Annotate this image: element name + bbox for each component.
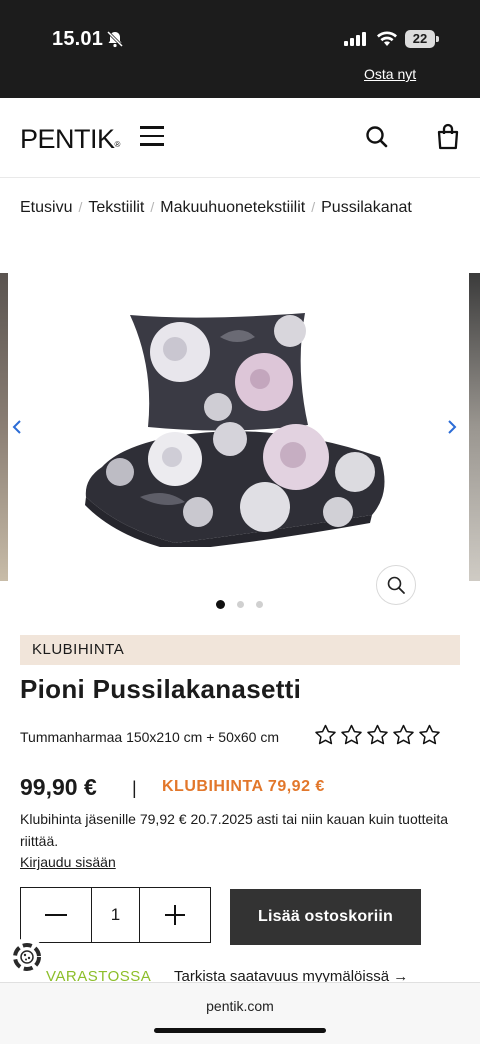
hamburger-menu-icon[interactable] [140, 126, 166, 148]
product-title: Pioni Pussilakanasetti [20, 674, 302, 704]
breadcrumb-separator: / [311, 199, 316, 215]
breadcrumb-separator: / [78, 199, 83, 215]
battery-tip [436, 36, 439, 42]
cookie-settings-icon[interactable] [8, 938, 46, 976]
promo-link[interactable]: Osta nyt [364, 66, 416, 82]
add-to-cart-button[interactable]: Lisää ostoskoriin [230, 889, 421, 945]
gallery-dot[interactable] [216, 600, 225, 609]
logo-registered-mark: ® [114, 140, 121, 149]
breadcrumb-bedroom-textiles[interactable]: Makuuhuonetekstiilit [160, 199, 305, 216]
breadcrumb-home[interactable]: Etusivu [20, 199, 72, 216]
increase-quantity-button[interactable] [140, 888, 210, 942]
plus-icon [164, 905, 185, 925]
club-price-badge: KLUBIHINTA [20, 635, 460, 665]
chevron-left-icon[interactable] [11, 419, 23, 440]
star-outline-icon [315, 724, 336, 745]
wifi-icon [376, 30, 398, 52]
status-bar: 15.01 22 Osta nyt [0, 0, 480, 98]
zoom-button[interactable] [376, 565, 416, 605]
star-outline-icon [341, 724, 362, 745]
bell-muted-icon [106, 30, 124, 53]
breadcrumb-duvet-covers[interactable]: Pussilakanat [321, 199, 412, 216]
signal-icon [344, 32, 368, 51]
browser-bottom-bar: pentik.com [0, 982, 480, 1044]
battery-icon: 22 [405, 30, 435, 48]
breadcrumb-separator: / [150, 199, 155, 215]
star-outline-icon [419, 724, 440, 745]
status-time: 15.01 [52, 28, 104, 50]
search-icon[interactable] [364, 124, 390, 155]
logo-text: PENTIK [20, 124, 115, 154]
shopping-bag-icon[interactable] [436, 123, 460, 156]
site-header: PENTIK® [0, 98, 480, 178]
chevron-right-icon[interactable] [446, 419, 458, 440]
gallery-dot[interactable] [237, 601, 244, 608]
previous-image-peek [0, 273, 8, 581]
url-bar[interactable]: pentik.com [0, 998, 480, 1014]
decrease-quantity-button[interactable] [21, 888, 91, 942]
login-link[interactable]: Kirjaudu sisään [20, 854, 116, 870]
gallery-dots [216, 600, 263, 609]
price-separator: | [132, 778, 137, 798]
product-variant: Tummanharmaa 150x210 cm + 50x60 cm [20, 729, 279, 745]
star-outline-icon [393, 724, 414, 745]
club-price-note: Klubihinta jäsenille 79,92 € 20.7.2025 a… [20, 811, 449, 849]
star-outline-icon [367, 724, 388, 745]
pentik-logo[interactable]: PENTIK® [20, 124, 120, 155]
breadcrumb-textiles[interactable]: Tekstiilit [88, 199, 144, 216]
quantity-input[interactable]: 1 [91, 888, 140, 942]
quantity-stepper: 1 [20, 887, 211, 943]
minus-icon [45, 914, 68, 916]
gallery-dot[interactable] [256, 601, 263, 608]
rating-stars[interactable] [313, 723, 442, 747]
product-gallery[interactable] [0, 273, 480, 581]
home-indicator[interactable] [154, 1028, 326, 1033]
club-price: KLUBIHINTA 79,92 € [162, 778, 325, 795]
next-image-peek [469, 273, 480, 581]
product-image [80, 307, 395, 552]
product-price: 99,90 € [20, 774, 97, 800]
breadcrumb: Etusivu / Tekstiilit / Makuuhuonetekstiilit /… [20, 199, 412, 217]
zoom-icon [387, 576, 405, 594]
